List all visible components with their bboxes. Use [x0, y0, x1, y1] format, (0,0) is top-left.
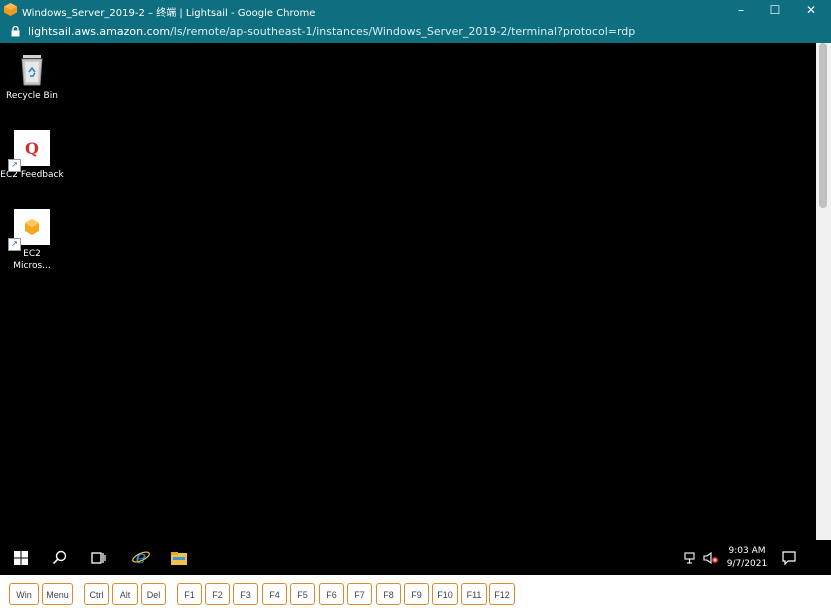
- ec2-feedback-icon: Q ↗: [8, 130, 50, 172]
- recycle-bin-label: Recycle Bin: [6, 91, 58, 101]
- lock-icon: [11, 26, 20, 37]
- taskbar-scroll-gutter: [816, 540, 831, 575]
- ec2-microsoft-icon: ↗: [8, 209, 50, 251]
- address-bar[interactable]: lightsail.aws.amazon.com/ls/remote/ap-so…: [0, 20, 831, 43]
- key-f6[interactable]: F6: [319, 583, 344, 605]
- clock-time: 9:03 AM: [728, 546, 766, 556]
- internet-explorer-icon[interactable]: e: [131, 547, 151, 567]
- key-f10[interactable]: F10: [432, 583, 458, 605]
- desktop-icon-ec2-feedback[interactable]: Q ↗ EC2 Feedback: [0, 130, 64, 181]
- key-menu[interactable]: Menu: [42, 583, 73, 605]
- notification-icon[interactable]: [781, 550, 797, 566]
- shortcut-arrow-icon: ↗: [8, 159, 21, 172]
- svg-text:e: e: [136, 547, 147, 567]
- key-f1[interactable]: F1: [177, 583, 202, 605]
- key-del[interactable]: Del: [141, 583, 166, 605]
- close-button[interactable]: ✕: [793, 0, 829, 20]
- scrollbar-thumb[interactable]: [819, 43, 827, 208]
- network-icon[interactable]: [684, 551, 698, 565]
- key-ctrl[interactable]: Ctrl: [84, 583, 109, 605]
- key-f9[interactable]: F9: [404, 583, 429, 605]
- key-f4[interactable]: F4: [262, 583, 287, 605]
- key-f2[interactable]: F2: [205, 583, 230, 605]
- clock-date: 9/7/2021: [726, 559, 768, 569]
- maximize-button[interactable]: ☐: [757, 0, 793, 20]
- minimize-button[interactable]: –: [723, 0, 759, 20]
- vertical-scrollbar[interactable]: [816, 43, 831, 540]
- desktop-icon-recycle-bin[interactable]: Recycle Bin: [0, 51, 64, 102]
- key-win[interactable]: Win: [9, 583, 39, 605]
- volume-muted-icon[interactable]: [703, 551, 719, 565]
- shortcut-arrow-icon: ↗: [8, 238, 21, 251]
- windows-taskbar: e 9:03 AM 9/7/2021: [0, 540, 816, 575]
- desktop-icon-ec2-microsoft[interactable]: ↗ EC2 Micros...: [0, 209, 64, 272]
- key-f3[interactable]: F3: [233, 583, 258, 605]
- lightsail-app-icon: [4, 3, 17, 16]
- url-path: /ls/remote/ap-southeast-1/instances/Wind…: [170, 25, 636, 38]
- key-f11[interactable]: F11: [461, 583, 487, 605]
- url-text[interactable]: lightsail.aws.amazon.com/ls/remote/ap-so…: [28, 25, 635, 38]
- recycle-bin-icon: [14, 51, 50, 87]
- remote-desktop[interactable]: Recycle Bin Q ↗ EC2 Feedback ↗ EC2 Micro…: [0, 43, 816, 540]
- task-view-icon[interactable]: [89, 549, 107, 567]
- system-clock[interactable]: 9:03 AM 9/7/2021: [722, 545, 772, 571]
- browser-title-bar: Windows_Server_2019-2 – 终端 | Lightsail -…: [0, 0, 831, 20]
- svg-text:Q: Q: [25, 139, 39, 158]
- key-f12[interactable]: F12: [489, 583, 515, 605]
- key-alt[interactable]: Alt: [112, 583, 138, 605]
- ec2-microsoft-label: EC2 Micros...: [13, 249, 51, 271]
- windows-start-icon[interactable]: [12, 549, 30, 567]
- file-explorer-icon[interactable]: [170, 549, 188, 567]
- key-f5[interactable]: F5: [290, 583, 315, 605]
- url-domain: lightsail.aws.amazon.com: [28, 25, 171, 38]
- key-f8[interactable]: F8: [376, 583, 401, 605]
- window-title: Windows_Server_2019-2 – 终端 | Lightsail -…: [22, 8, 316, 19]
- key-f7[interactable]: F7: [347, 583, 372, 605]
- special-keys-bar: Win Menu Ctrl Alt Del F1 F2 F3 F4 F5 F6 …: [0, 575, 831, 608]
- search-icon[interactable]: [51, 549, 69, 567]
